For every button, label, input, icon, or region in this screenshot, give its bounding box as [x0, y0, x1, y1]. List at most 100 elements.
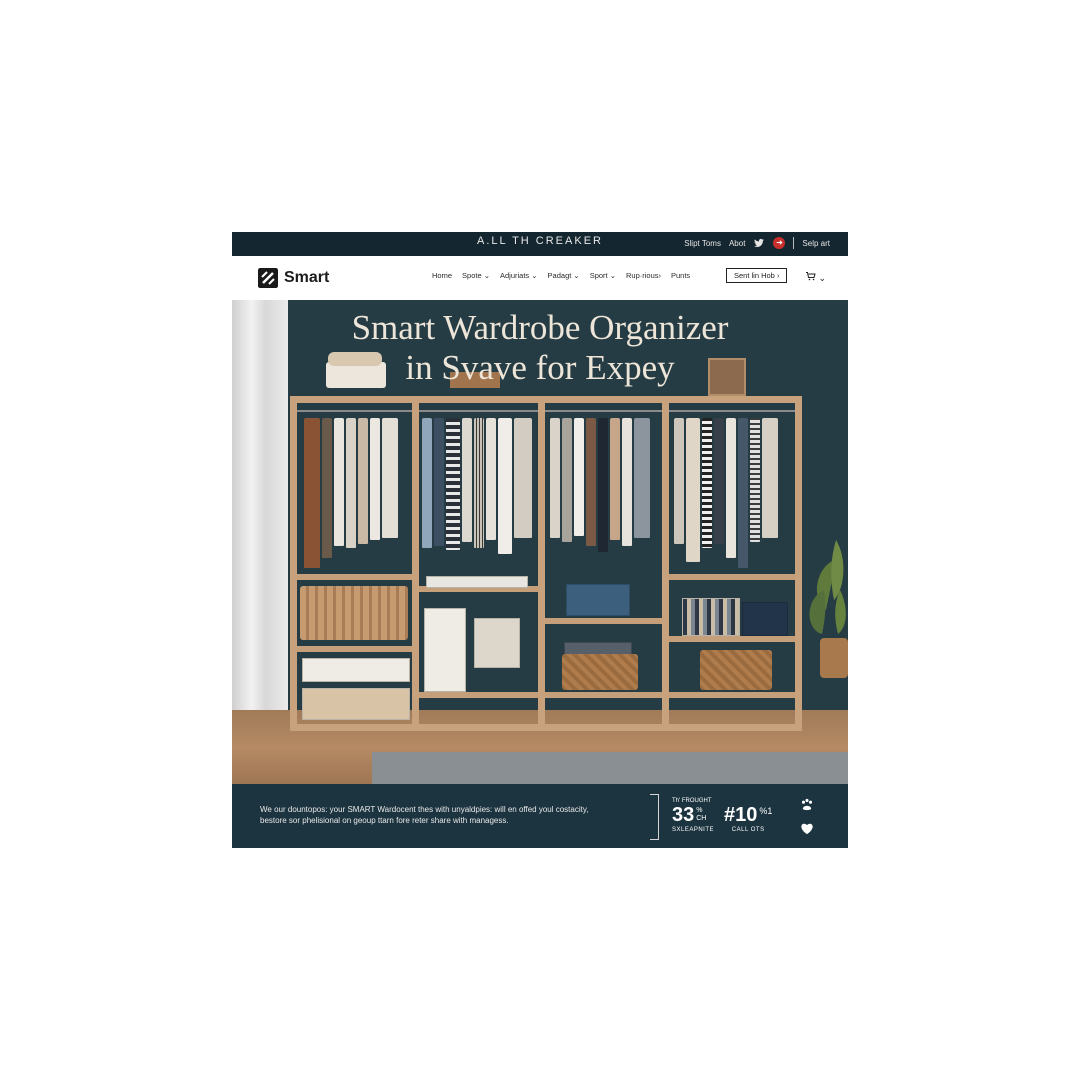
footer-divider — [650, 794, 659, 840]
arrow-right-circle-icon[interactable]: ➜ — [773, 237, 786, 249]
storage-binders — [424, 608, 466, 692]
book-row — [682, 598, 740, 636]
top-link-2[interactable]: Abot — [729, 239, 745, 248]
wardrobe-post — [662, 396, 669, 730]
cart-icon[interactable] — [805, 271, 816, 281]
cart-menu[interactable]: ⌄ — [805, 271, 826, 284]
hanging-rod — [669, 410, 795, 412]
stat-2-label: CALL OTS — [731, 827, 765, 833]
hanging-garment — [486, 418, 496, 540]
shelf — [419, 692, 538, 698]
stat-1-number: 33 — [672, 804, 695, 826]
stat-1-sub: CH — [696, 815, 707, 822]
stat-2: #10 %1 CALL OTS — [724, 804, 772, 833]
hero-title-line2: in Svave for Expey — [405, 348, 675, 387]
top-link-1[interactable]: Slipt Toms — [684, 239, 721, 248]
stat-2-sup: %1 — [759, 806, 773, 816]
hanging-garment — [702, 418, 712, 548]
shelf — [669, 692, 795, 698]
brand-name: Smart — [284, 269, 330, 286]
main-navigation: Smart Home Spote ⌄ Adjuriats ⌄ Padagt ⌄ … — [232, 256, 848, 300]
hanging-garment — [550, 418, 560, 538]
hanging-garment — [334, 418, 344, 546]
hanging-rod — [545, 410, 662, 412]
shelf — [669, 636, 795, 642]
hanging-garment — [370, 418, 380, 540]
nav-item-5[interactable]: Sport ⌄ — [590, 271, 616, 280]
hanging-garment — [462, 418, 472, 542]
folded-sweaters — [566, 584, 630, 616]
slash-square-logo-icon — [258, 268, 278, 288]
nav-item-2[interactable]: Spote ⌄ — [462, 271, 490, 280]
nav-item-4[interactable]: Padagt ⌄ — [548, 271, 580, 280]
wardrobe-post — [412, 396, 419, 730]
hanging-garment — [474, 418, 484, 548]
divider — [793, 237, 795, 249]
wicker-basket — [300, 586, 408, 640]
hanging-garment — [674, 418, 684, 544]
hanging-garment — [514, 418, 532, 538]
wardrobe-top-beam — [290, 396, 802, 403]
hanging-garment — [598, 418, 608, 552]
storage-device — [474, 618, 520, 668]
twitter-icon[interactable] — [753, 237, 765, 249]
brand[interactable]: Smart — [258, 268, 329, 288]
website-screenshot: A.LL TH CREAKER Slipt Toms Abot ➜ Selp a… — [232, 232, 848, 848]
footer-description: We our dountopos: your SMART Wardocent t… — [260, 804, 660, 826]
hanging-rod — [419, 410, 538, 412]
top-strip: A.LL TH CREAKER Slipt Toms Abot ➜ Selp a… — [232, 232, 848, 256]
hanging-garment — [586, 418, 596, 546]
hanging-garment — [346, 418, 356, 548]
hanging-garment — [358, 418, 368, 544]
nav-item-3[interactable]: Adjuriats ⌄ — [500, 271, 538, 280]
stat-1-label: SXLEAPNITE — [672, 827, 715, 833]
hanging-garment — [382, 418, 398, 538]
paw-icon — [801, 798, 813, 811]
hanging-garment — [610, 418, 620, 540]
stat-1: Th' FROUGHT 33 % CH SXLEAPNITE — [672, 798, 714, 833]
wicker-basket — [700, 650, 772, 690]
hanging-garment — [686, 418, 700, 562]
hanging-garment — [738, 418, 748, 568]
hanging-garment — [714, 418, 724, 544]
nav-menu: Home Spote ⌄ Adjuriats ⌄ Padagt ⌄ Sport … — [432, 271, 690, 280]
hanging-garment — [762, 418, 778, 538]
wardrobe-post — [538, 396, 545, 730]
hanging-garment — [562, 418, 572, 542]
hanging-garment — [750, 418, 760, 542]
nav-item-7[interactable]: Punts — [671, 271, 690, 280]
cart-caret: ⌄ — [818, 273, 827, 283]
shelf — [545, 692, 662, 698]
potted-plant — [809, 540, 848, 678]
footer-description-line2: bestore sor phelisional on geoup ttarn f… — [260, 816, 509, 825]
sign-in-link[interactable]: Selp art — [802, 239, 830, 248]
rug — [372, 752, 848, 784]
hanging-garment — [304, 418, 320, 568]
top-right-links: Slipt Toms Abot ➜ Selp art — [684, 237, 830, 249]
nav-item-6[interactable]: Rup·rious› — [626, 271, 661, 280]
hanging-garment — [446, 418, 460, 550]
hero-section: Smart Wardrobe Organizer in Svave for Ex… — [232, 300, 848, 784]
wardrobe-post — [290, 396, 297, 730]
footer-strip: We our dountopos: your SMART Wardocent t… — [232, 784, 848, 848]
hanging-garment — [726, 418, 736, 558]
hanging-rod — [297, 410, 412, 412]
hanging-garment — [622, 418, 632, 546]
hanging-garment — [434, 418, 444, 546]
shelf — [669, 574, 795, 580]
hanging-garment — [322, 418, 332, 558]
hanging-garment — [498, 418, 512, 554]
heart-icon — [801, 823, 813, 835]
cta-button[interactable]: Sent lin Hob › — [726, 268, 788, 283]
shelf — [297, 646, 412, 652]
wardrobe-post — [795, 396, 802, 730]
hero-title-line1: Smart Wardrobe Organizer — [351, 308, 729, 347]
hanging-garment — [634, 418, 650, 538]
stat-2-number: #10 — [724, 804, 758, 826]
footer-description-line1: We our dountopos: your SMART Wardocent t… — [260, 805, 589, 814]
wardrobe-shelving-image — [290, 396, 802, 731]
shelf — [545, 618, 662, 624]
nav-item-home[interactable]: Home — [432, 271, 452, 280]
wardrobe-bottom-beam — [290, 724, 802, 731]
hanging-garment — [422, 418, 432, 548]
